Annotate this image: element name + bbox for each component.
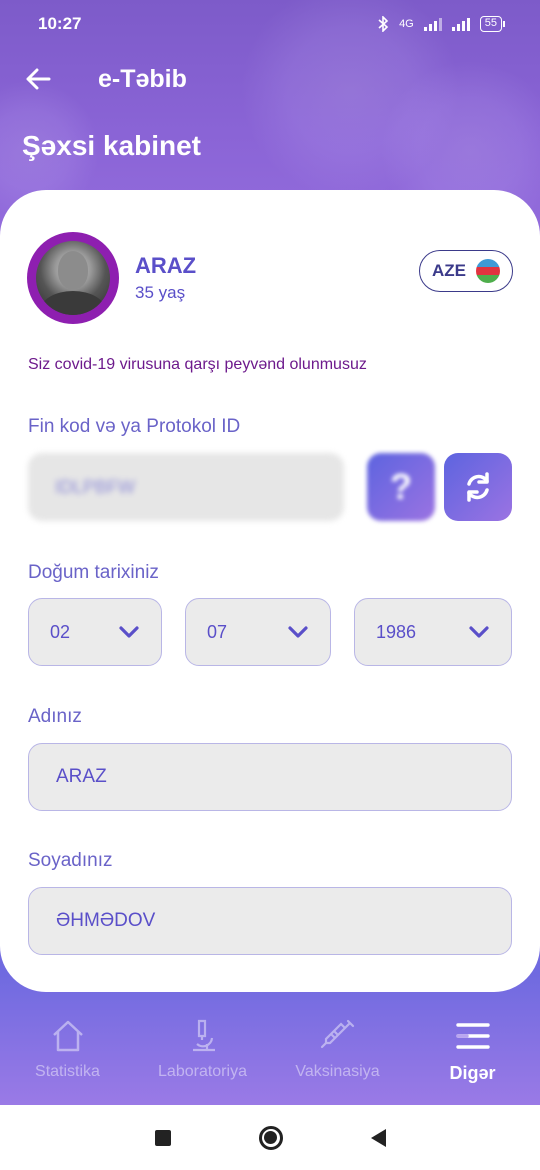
month-select[interactable]: 07 xyxy=(185,598,331,666)
day-select[interactable]: 02 xyxy=(28,598,162,666)
status-bar: 10:27 4G 55 xyxy=(0,0,540,48)
refresh-button[interactable] xyxy=(444,453,512,521)
battery-icon: 55 xyxy=(479,16,506,32)
arrow-left-icon xyxy=(26,68,51,90)
chevron-down-icon xyxy=(119,626,139,638)
year-value: 1986 xyxy=(376,621,417,642)
avatar xyxy=(36,241,110,315)
nav-item-diger[interactable]: Digər xyxy=(405,1017,540,1084)
nav-label: Digər xyxy=(449,1063,496,1083)
signal-icon xyxy=(451,17,470,31)
status-icons: 4G 55 xyxy=(377,16,506,32)
vaccine-status-message: Siz covid-19 virusuna qarşı peyvənd olun… xyxy=(28,356,367,373)
syringe-icon xyxy=(319,1017,357,1055)
home-button[interactable] xyxy=(258,1125,283,1150)
network-type: 4G xyxy=(399,18,414,30)
avatar-ring xyxy=(27,232,119,324)
app-background: 10:27 4G 55 e-Təbib Şəxsi kabinet ARAZ 3… xyxy=(0,0,540,1105)
year-select[interactable]: 1986 xyxy=(354,598,512,666)
system-back-button[interactable] xyxy=(370,1128,386,1147)
bluetooth-icon xyxy=(378,16,389,32)
fin-label: Fin kod və ya Protokol ID xyxy=(28,416,241,437)
profile-text: ARAZ 35 yaş xyxy=(135,253,196,303)
profile-age: 35 yaş xyxy=(135,283,186,302)
menu-icon xyxy=(454,1017,492,1055)
day-value: 02 xyxy=(50,621,71,642)
app-title: e-Təbib xyxy=(98,64,187,93)
question-icon: ? xyxy=(390,466,412,507)
chevron-down-icon xyxy=(288,626,308,638)
system-nav-bar xyxy=(0,1105,540,1170)
status-time: 10:27 xyxy=(38,14,82,33)
last-name-field[interactable]: ƏHMƏDOV xyxy=(28,887,512,955)
nav-label: Laboratoriya xyxy=(158,1063,247,1080)
nav-item-laboratoriya[interactable]: Laboratoriya xyxy=(135,1017,270,1081)
fin-input[interactable]: IDLPBFW xyxy=(28,453,344,521)
language-label: AZE xyxy=(432,261,466,280)
profile-card: ARAZ 35 yaş AZE Siz covid-19 virusuna qa… xyxy=(0,190,540,992)
refresh-icon xyxy=(467,472,489,502)
first-name-label: Adınız xyxy=(28,706,82,727)
microscope-icon xyxy=(184,1017,222,1055)
azerbaijan-flag-icon xyxy=(476,259,500,283)
language-button[interactable]: AZE xyxy=(419,250,513,292)
help-button[interactable]: ? xyxy=(367,453,435,521)
first-name-field[interactable]: ARAZ xyxy=(28,743,512,811)
profile-name: ARAZ xyxy=(135,253,197,278)
nav-item-statistika[interactable]: Statistika xyxy=(0,1017,135,1081)
signal-icon xyxy=(423,17,442,31)
bottom-nav: Statistika Laboratoriya Vaksinasiya Digə… xyxy=(0,995,540,1105)
page-title: Şəxsi kabinet xyxy=(22,130,201,161)
birth-date-label: Doğum tarixiniz xyxy=(28,562,159,583)
home-icon xyxy=(49,1017,87,1055)
month-value: 07 xyxy=(207,621,228,642)
recents-button[interactable] xyxy=(154,1129,171,1146)
back-button[interactable] xyxy=(18,59,58,99)
nav-label: Statistika xyxy=(35,1063,100,1080)
profile-header: ARAZ 35 yaş xyxy=(27,232,196,324)
last-name-label: Soyadınız xyxy=(28,850,113,871)
nav-item-vaksinasiya[interactable]: Vaksinasiya xyxy=(270,1017,405,1081)
nav-label: Vaksinasiya xyxy=(295,1063,380,1080)
chevron-down-icon xyxy=(469,626,489,638)
app-topbar: e-Təbib xyxy=(0,48,540,110)
